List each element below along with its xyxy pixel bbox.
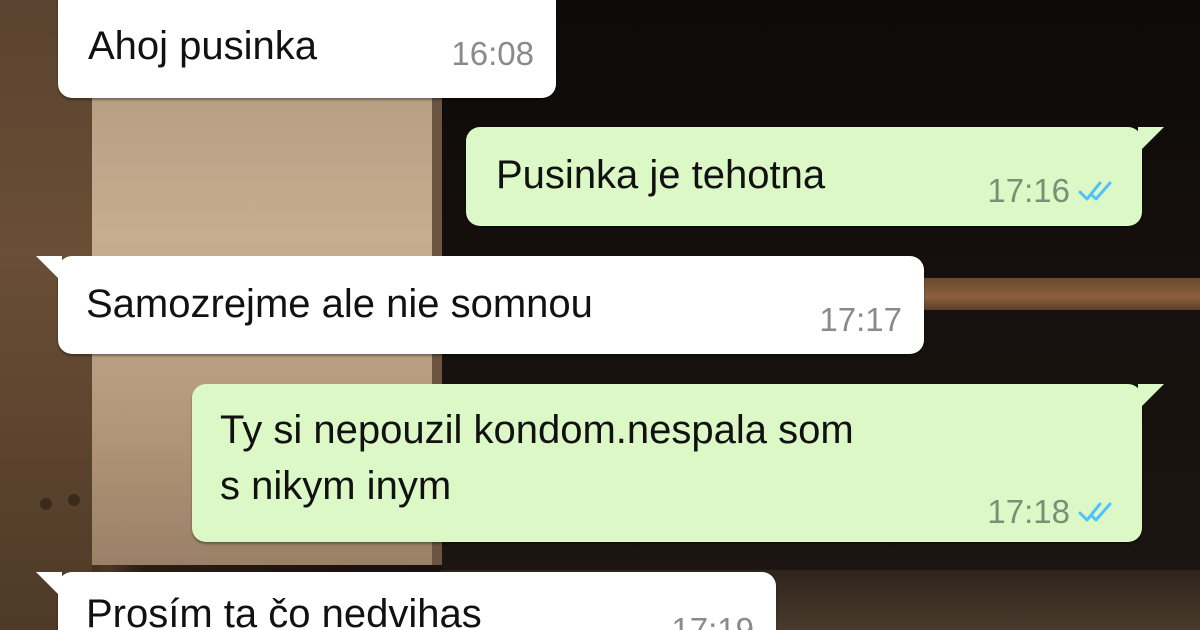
message-bubble-outgoing[interactable]: Pusinka je tehotna 17:16	[466, 127, 1164, 226]
message-meta: 17:17	[819, 292, 902, 348]
message-text: Ty si nepouzil kondom.nespala som s niky…	[220, 408, 854, 508]
background-knob	[68, 494, 80, 506]
bubble-tail	[36, 572, 62, 598]
message-bubble-incoming[interactable]: Samozrejme ale nie somnou 17:17	[36, 256, 924, 354]
message-bubble-incoming[interactable]: Ahoj pusinka 16:08	[58, 0, 556, 98]
message-bubble-outgoing[interactable]: Ty si nepouzil kondom.nespala som s niky…	[192, 384, 1164, 542]
bubble-tail	[1138, 127, 1164, 153]
bubble-tail	[1138, 384, 1164, 410]
message-time: 17:17	[819, 301, 902, 338]
message-meta: 17:16	[987, 163, 1118, 219]
bubble-tail	[36, 256, 62, 282]
double-check-icon	[1078, 181, 1112, 201]
message-bubble-incoming[interactable]: Prosím ta čo nedvihas 17:19	[36, 572, 776, 630]
chat-screen: Ahoj pusinka 16:08 Pusinka je tehotna 17…	[0, 0, 1200, 630]
message-text: Pusinka je tehotna	[496, 153, 826, 197]
background-knob	[40, 498, 52, 510]
message-meta: 17:19	[671, 602, 754, 630]
message-meta: 17:18	[987, 484, 1118, 540]
message-time: 17:16	[987, 172, 1070, 209]
message-time: 17:19	[671, 611, 754, 630]
message-time: 16:08	[451, 35, 534, 72]
message-text: Samozrejme ale nie somnou	[86, 282, 593, 326]
message-text: Ahoj pusinka	[88, 24, 318, 68]
background-shelf	[880, 278, 1200, 310]
message-time: 17:18	[987, 493, 1070, 530]
double-check-icon	[1078, 502, 1112, 522]
message-text: Prosím ta čo nedvihas	[86, 592, 482, 630]
message-meta: 16:08	[451, 26, 534, 82]
